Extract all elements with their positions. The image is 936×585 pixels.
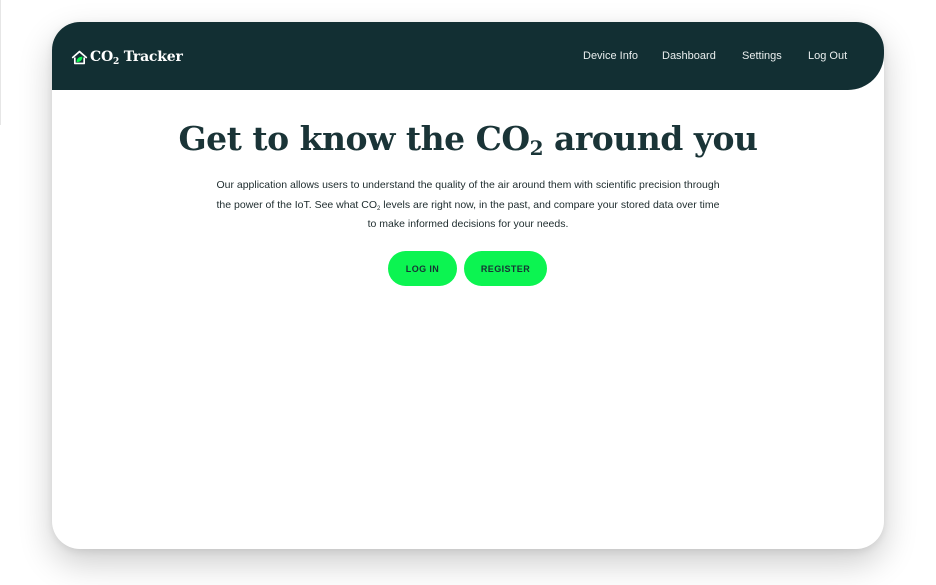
nav-dashboard-link[interactable]: Dashboard (662, 47, 716, 65)
nav-log-out-link[interactable]: Log Out (808, 47, 847, 65)
left-edge-line (0, 0, 1, 125)
register-button[interactable]: REGISTER (464, 251, 547, 286)
nav-settings-link[interactable]: Settings (742, 47, 782, 65)
hero-description: Our application allows users to understa… (216, 179, 720, 230)
nav-device-info-link[interactable]: Device Info (583, 47, 638, 65)
app-window: CO2 Tracker Device Info Dashboard Settin… (52, 22, 884, 549)
nav-links: Device Info Dashboard Settings Log Out (52, 47, 884, 65)
log-in-button[interactable]: LOG IN (388, 251, 457, 286)
hero-title: Get to know the CO2 around you (178, 119, 758, 160)
top-navbar: CO2 Tracker Device Info Dashboard Settin… (52, 22, 884, 90)
